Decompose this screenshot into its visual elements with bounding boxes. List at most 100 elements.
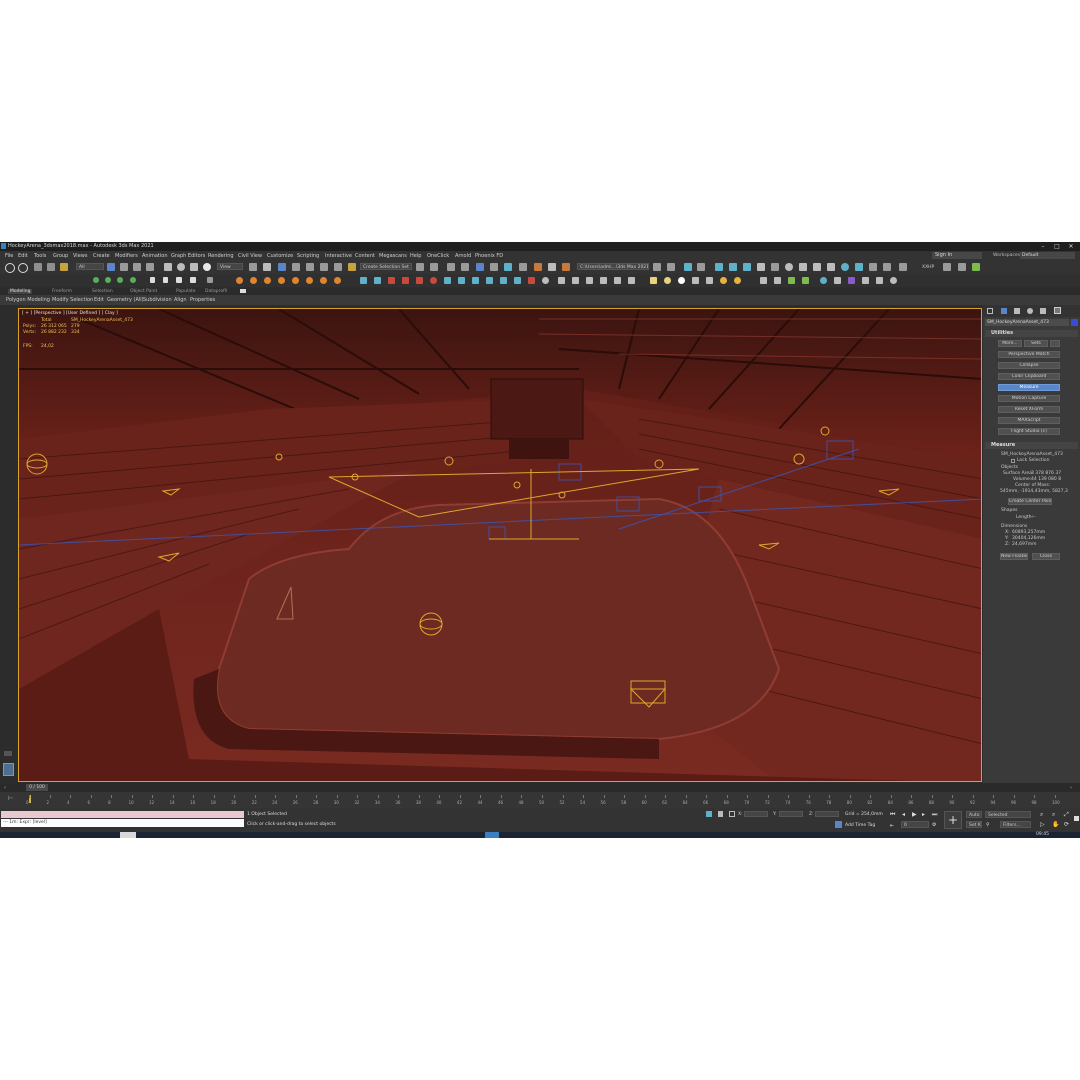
ribbon-tab-modeling[interactable]: Modeling — [8, 289, 33, 294]
ribbon-edit[interactable]: Edit — [94, 297, 104, 303]
edit-named-selection-icon[interactable] — [348, 263, 356, 271]
menu-oneclick[interactable]: OneClick — [427, 253, 449, 259]
ribbon-subdivision[interactable]: Subdivision — [143, 297, 172, 303]
pan-icon[interactable]: ✋ — [1052, 821, 1059, 828]
render-b-icon[interactable] — [848, 277, 855, 284]
menu-graph-editors[interactable]: Graph Editors — [171, 253, 205, 259]
measure-rollout-header[interactable]: Measure — [985, 442, 1078, 449]
viewport-grid-icon[interactable] — [899, 263, 907, 271]
viewport-shading-icon[interactable] — [684, 263, 692, 271]
goto-end-icon[interactable]: ⏭ — [932, 811, 937, 819]
flight-studio-button[interactable]: Flight Studio (c) — [998, 428, 1060, 435]
display-tab-icon[interactable] — [1040, 308, 1046, 314]
help-circle-icon[interactable] — [890, 277, 897, 284]
sim-settings-icon[interactable] — [207, 277, 213, 283]
rendered-frame-window-icon[interactable] — [548, 263, 556, 271]
object-name-field[interactable]: SM_HockeyArenaAsset_473 — [985, 319, 1069, 326]
window-crossing-icon[interactable] — [146, 263, 154, 271]
record-icon[interactable] — [190, 277, 196, 283]
pf-b-icon[interactable] — [250, 277, 257, 284]
snaps-toggle-icon[interactable] — [292, 263, 300, 271]
mirror-icon[interactable] — [416, 263, 424, 271]
fx-m-icon[interactable] — [528, 277, 535, 284]
project-path-dropdown[interactable]: C:\Users\admi...\3ds Max 2021 — [577, 263, 649, 270]
menu-arnold[interactable]: Arnold — [455, 253, 471, 259]
menu-tools[interactable]: Tools — [34, 253, 46, 259]
menu-interactive[interactable]: Interactive — [325, 253, 352, 259]
menu-megascans[interactable]: Megascans — [379, 253, 407, 259]
set-key-icon[interactable]: + — [944, 811, 962, 829]
ribbon-tab-selection[interactable]: Selection — [92, 289, 113, 294]
scale-icon[interactable] — [190, 263, 198, 271]
hierarchy-tab-icon[interactable] — [1014, 308, 1020, 314]
time-config-icon[interactable]: ⚙ — [932, 822, 936, 828]
taskbar-3dsmax-icon[interactable] — [485, 832, 499, 838]
zoom-icon[interactable]: ⌕ — [1040, 811, 1043, 819]
curve-editor-icon[interactable] — [490, 263, 498, 271]
align-icon[interactable] — [430, 263, 438, 271]
slider-prev-icon[interactable]: ‹ — [4, 785, 6, 791]
current-frame-field[interactable]: 0 — [901, 821, 929, 828]
modify-tab-icon[interactable] — [1001, 308, 1007, 314]
workspace-select[interactable]: Default — [1020, 252, 1075, 259]
lock-selection-checkbox[interactable] — [1011, 459, 1015, 463]
viewport-layout-icon[interactable] — [697, 263, 705, 271]
key-filters-button[interactable]: Filters... — [1000, 821, 1031, 828]
viewport-layout-tab-icon[interactable] — [3, 763, 14, 776]
tool-e-icon[interactable] — [614, 277, 621, 284]
ribbon-tab-dataprofil[interactable]: Dataprofil — [205, 289, 227, 294]
geo-b-icon[interactable] — [774, 277, 781, 284]
maxscript-listener-input[interactable] — [1, 811, 244, 818]
phoenix-light-icon[interactable] — [869, 263, 877, 271]
geo-d-icon[interactable] — [802, 277, 809, 284]
pf-g-icon[interactable] — [320, 277, 327, 284]
ribbon-polygon-modeling[interactable]: Polygon Modeling — [6, 297, 50, 303]
menu-rendering[interactable]: Rendering — [208, 253, 234, 259]
ts-b-icon[interactable] — [105, 277, 111, 283]
fov-icon[interactable]: ▷ — [1040, 821, 1045, 828]
minimize-button[interactable]: – — [1036, 242, 1050, 251]
menu-help[interactable]: Help — [410, 253, 421, 259]
motion-capture-button[interactable]: Motion Capture — [998, 395, 1060, 402]
render-d-icon[interactable] — [876, 277, 883, 284]
project-folder-icon[interactable] — [653, 263, 661, 271]
maximize-viewport-icon[interactable] — [1074, 816, 1079, 821]
menu-modifiers[interactable]: Modifiers — [115, 253, 138, 259]
mini-curve-editor-icon[interactable]: ⊢ — [8, 795, 13, 802]
motion-tab-icon[interactable] — [1027, 308, 1033, 314]
time-slider-handle[interactable]: 0 / 100 — [26, 784, 48, 791]
ribbon-options-icon[interactable] — [240, 289, 246, 293]
arnold-options-icon[interactable] — [771, 263, 779, 271]
pause-icon[interactable] — [163, 277, 168, 283]
ribbon-properties[interactable]: Properties — [190, 297, 215, 303]
create-center-point-button[interactable]: Create Center Point — [1008, 498, 1052, 505]
select-by-name-icon[interactable] — [120, 263, 128, 271]
zoom-all-icon[interactable]: ⌕ — [1052, 811, 1055, 819]
ribbon-tab-populate[interactable]: Populate — [176, 289, 196, 294]
expand-left-icon[interactable] — [4, 751, 12, 756]
zoom-extents-icon[interactable]: ⤢ — [1064, 811, 1069, 819]
material-editor-icon[interactable] — [519, 263, 527, 271]
menu-group[interactable]: Group — [53, 253, 68, 259]
ribbon-tab-freeform[interactable]: Freeform — [52, 289, 72, 294]
play-animation-icon[interactable]: ▶ — [912, 811, 917, 818]
viewport-label[interactable]: [ + ] [Perspective ] [User Defined ] [ C… — [22, 311, 118, 316]
fx-d-icon[interactable] — [402, 277, 409, 284]
menu-customize[interactable]: Customize — [267, 253, 293, 259]
phoenix-grid-icon[interactable] — [785, 263, 793, 271]
selection-lock-icon[interactable] — [718, 811, 723, 817]
slider-next-icon[interactable]: › — [1070, 785, 1072, 791]
toggle-ribbon-icon[interactable] — [476, 263, 484, 271]
sign-in-button[interactable]: Sign In — [932, 252, 982, 259]
reset-xform-button[interactable]: Reset XForm — [998, 406, 1060, 413]
plugin-c-icon[interactable] — [972, 263, 980, 271]
set-key-button[interactable]: Set K. — [966, 821, 982, 828]
help-icon[interactable] — [542, 277, 549, 284]
menu-phoenix-fd[interactable]: Phoenix FD — [475, 253, 503, 259]
fx-e-icon[interactable] — [416, 277, 423, 284]
rectangular-selection-icon[interactable] — [133, 263, 141, 271]
color-clipboard-button[interactable]: Color Clipboard — [998, 373, 1060, 380]
fx-l-icon[interactable] — [514, 277, 521, 284]
goto-start-icon[interactable]: ⏮ — [890, 811, 895, 819]
menu-scripting[interactable]: Scripting — [297, 253, 319, 259]
